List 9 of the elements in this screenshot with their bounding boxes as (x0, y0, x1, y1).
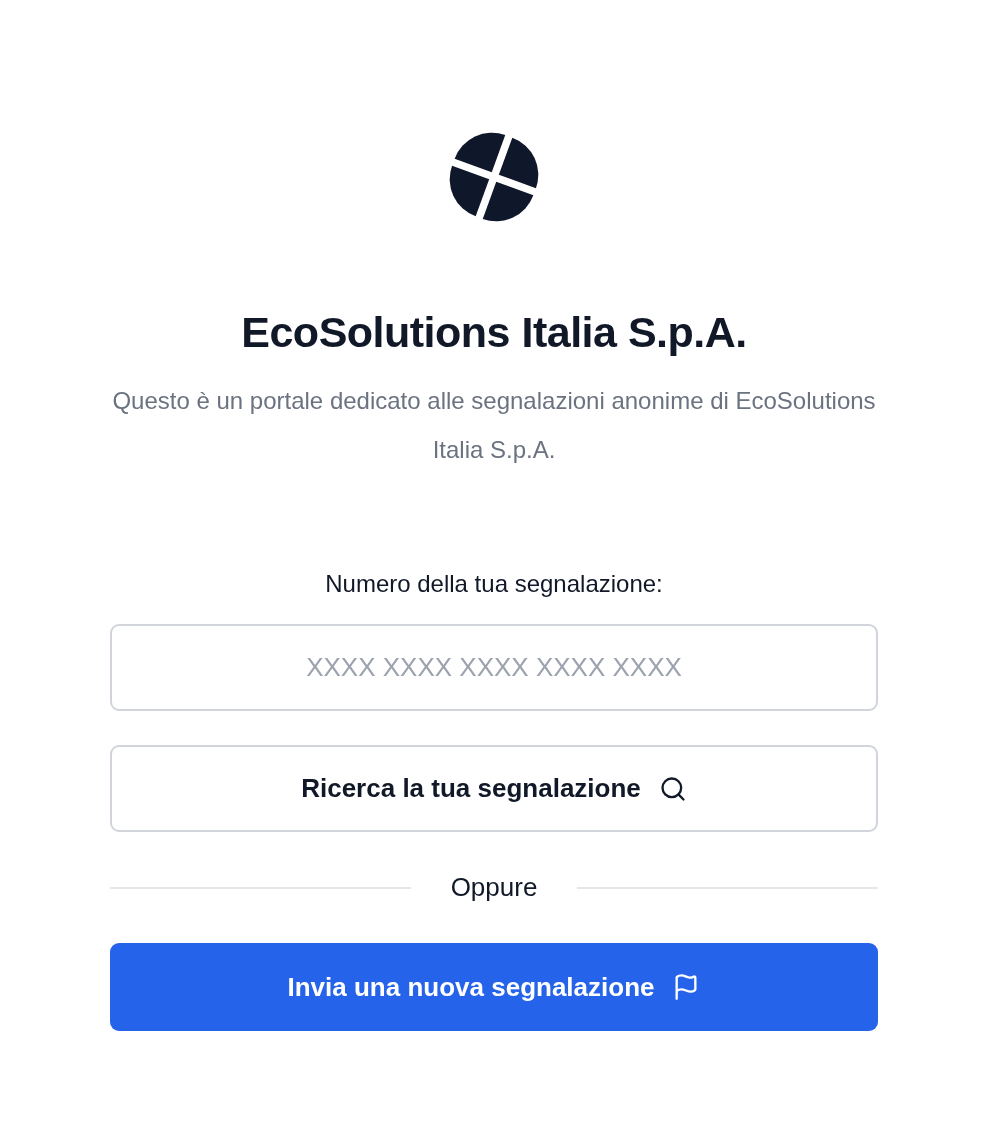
search-report-button[interactable]: Ricerca la tua segnalazione (110, 745, 878, 832)
logo-icon (447, 130, 541, 224)
portal-description: Questo è un portale dedicato alle segnalazioni anonime di EcoSolutions Italia S.p.A. (111, 386, 877, 465)
separator-text: Oppure (450, 872, 538, 903)
report-number-field[interactable]: XXXX XXXX XXXX XXXX XXXX (110, 624, 878, 711)
new-report-button[interactable]: Invia una nuova segnalazione (110, 943, 878, 1031)
search-icon (658, 774, 687, 803)
report-number-label: Numero della tua segnalazione: (325, 569, 663, 599)
company-title: EcoSolutions Italia S.p.A. (241, 307, 747, 358)
